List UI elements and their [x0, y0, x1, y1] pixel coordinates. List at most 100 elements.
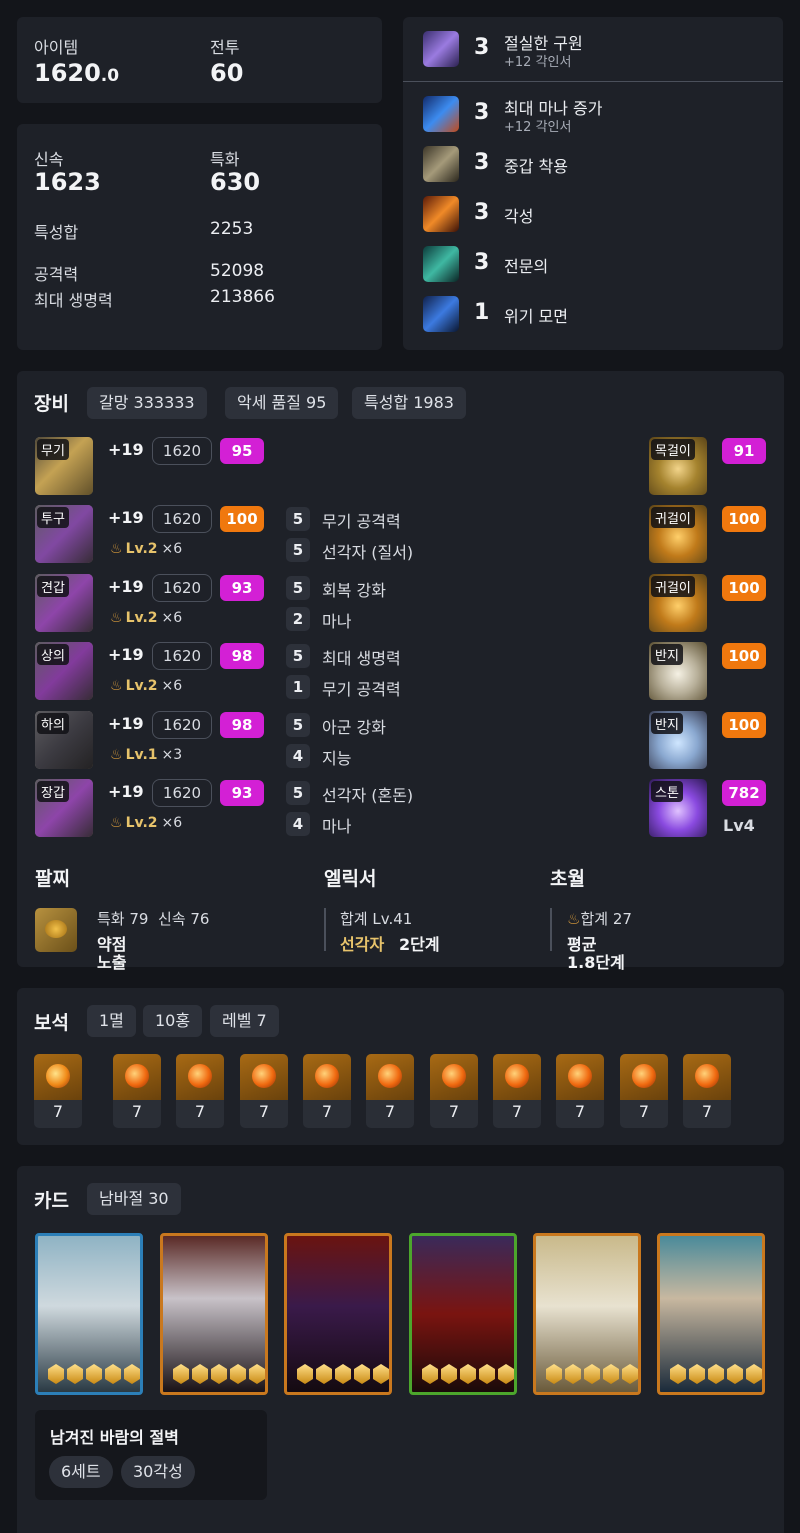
- effect-level: 5: [286, 781, 310, 805]
- awaken-gem-icon: [192, 1364, 208, 1384]
- engraving-level: 1: [474, 300, 490, 325]
- awaken-gem-icon: [422, 1364, 438, 1384]
- equipment-armor-icon[interactable]: 투구: [35, 505, 93, 563]
- elixir-total: 합계 Lv.41: [340, 910, 413, 928]
- gem-frame: [113, 1054, 161, 1100]
- elixir-level-text: Lv.2: [125, 541, 158, 557]
- engravings-panel: [403, 17, 783, 350]
- effect-level: 5: [286, 538, 310, 562]
- crimson-gem[interactable]: 7: [683, 1054, 731, 1128]
- effect-name: 선각자 (질서): [322, 543, 414, 562]
- equipment-chip-craving: 갈망 333333: [87, 387, 207, 419]
- card-portrait[interactable]: [409, 1233, 517, 1395]
- awaken-gem-icon: [479, 1364, 495, 1384]
- awaken-gem-icon: [105, 1364, 121, 1384]
- gem-icon: [188, 1064, 212, 1088]
- card-awaken-gems: [297, 1364, 389, 1384]
- crimson-gem[interactable]: 7: [240, 1054, 288, 1128]
- annihilation-gem[interactable]: 7: [34, 1054, 82, 1128]
- elixir-level: ♨ Lv.2 ×6: [110, 678, 182, 694]
- swiftness-value: 1623: [34, 168, 101, 196]
- accessory-slot-label: 스톤: [651, 781, 683, 802]
- quality-badge: 98: [220, 712, 264, 738]
- elixir-title: 엘릭서: [324, 868, 377, 890]
- equipment-slot-label: 투구: [37, 507, 69, 528]
- awaken-gem-icon: [708, 1364, 724, 1384]
- equipment-weapon-icon[interactable]: 무기: [35, 437, 93, 495]
- elixir-stage: 2단계: [399, 935, 440, 954]
- gems-chip-annihilation: 1멸: [87, 1005, 136, 1037]
- accessory-slot-label: 목걸이: [651, 439, 695, 460]
- awaken-gem-icon: [173, 1364, 189, 1384]
- flame-icon: ♨: [110, 747, 123, 763]
- accessory-quality-badge: 100: [722, 506, 766, 532]
- crimson-gem[interactable]: 7: [366, 1054, 414, 1128]
- combat-level-label: 전투: [210, 38, 240, 57]
- gem-level: 7: [52, 1102, 64, 1121]
- gem-level: 7: [384, 1102, 396, 1121]
- equipment-armor-icon[interactable]: 하의: [35, 711, 93, 769]
- accessory-slot-label: 귀걸이: [651, 576, 695, 597]
- effect-level: 5: [286, 713, 310, 737]
- crimson-gem[interactable]: 7: [493, 1054, 541, 1128]
- accessory-icon[interactable]: 귀걸이: [649, 505, 707, 563]
- cards-title: 카드: [34, 1190, 69, 1212]
- equipment-armor-icon[interactable]: 상의: [35, 642, 93, 700]
- engraving-name: 중갑 착용: [504, 157, 568, 176]
- elixir-level: ♨ Lv.2 ×6: [110, 815, 182, 831]
- awaken-gem-icon: [316, 1364, 332, 1384]
- effect-level: 1: [286, 675, 310, 699]
- crimson-gem[interactable]: 7: [620, 1054, 668, 1128]
- gem-level: 7: [701, 1102, 713, 1121]
- effect-name: 무기 공격력: [322, 512, 401, 531]
- item-level-badge: 1620: [152, 642, 212, 670]
- card-portrait[interactable]: [35, 1233, 143, 1395]
- crimson-gem[interactable]: 7: [303, 1054, 351, 1128]
- gem-level: 7: [638, 1102, 650, 1121]
- awaken-gem-icon: [335, 1364, 351, 1384]
- equipment-title: 장비: [34, 393, 69, 415]
- awaken-gem-icon: [670, 1364, 686, 1384]
- awaken-gem-icon: [124, 1364, 140, 1384]
- accessory-icon[interactable]: 반지: [649, 642, 707, 700]
- effect-name: 회복 강화: [322, 581, 386, 600]
- card-portrait[interactable]: [533, 1233, 641, 1395]
- bracelet-title: 팔찌: [35, 868, 70, 890]
- accessory-icon[interactable]: 스톤: [649, 779, 707, 837]
- item-level-label: 아이템: [34, 38, 79, 57]
- gem-frame: [176, 1054, 224, 1100]
- crimson-gem[interactable]: 7: [430, 1054, 478, 1128]
- flame-icon: ♨: [567, 910, 581, 928]
- equipment-armor-icon[interactable]: 견갑: [35, 574, 93, 632]
- flame-icon: ♨: [110, 678, 123, 694]
- awaken-gem-icon: [603, 1364, 619, 1384]
- accessory-quality-badge: 782: [722, 780, 766, 806]
- engraving-mana-icon: [423, 96, 459, 132]
- effect-name: 선각자 (혼돈): [322, 786, 414, 805]
- item-level-badge: 1620: [152, 779, 212, 807]
- elixir-multiplier: ×6: [161, 541, 183, 557]
- crimson-gem[interactable]: 7: [176, 1054, 224, 1128]
- accessory-icon[interactable]: 귀걸이: [649, 574, 707, 632]
- max-hp-label: 최대 생명력: [34, 291, 113, 310]
- effect-level: 5: [286, 507, 310, 531]
- crimson-gem[interactable]: 7: [556, 1054, 604, 1128]
- gem-level: 7: [131, 1102, 143, 1121]
- flame-icon: ♨: [110, 541, 123, 557]
- bracelet-icon[interactable]: [35, 908, 77, 952]
- awaken-gem-icon: [460, 1364, 476, 1384]
- card-set-count-chip: 6세트: [49, 1456, 113, 1488]
- stats-panel: 신속 1623 특화 630 특성합 2253 공격력 52098 최대 생명력…: [17, 124, 382, 350]
- card-portrait[interactable]: [657, 1233, 765, 1395]
- engraving-name: 전문의: [504, 257, 549, 276]
- bracelet-effect-line2: 노출: [97, 953, 127, 972]
- card-portrait[interactable]: [160, 1233, 268, 1395]
- equipment-armor-icon[interactable]: 장갑: [35, 779, 93, 837]
- card-portrait[interactable]: [284, 1233, 392, 1395]
- accessory-icon[interactable]: 반지: [649, 711, 707, 769]
- gem-frame: [556, 1054, 604, 1100]
- engraving-level: 3: [474, 150, 490, 175]
- crimson-gem[interactable]: 7: [113, 1054, 161, 1128]
- stone-level: Lv4: [723, 816, 755, 835]
- accessory-icon[interactable]: 목걸이: [649, 437, 707, 495]
